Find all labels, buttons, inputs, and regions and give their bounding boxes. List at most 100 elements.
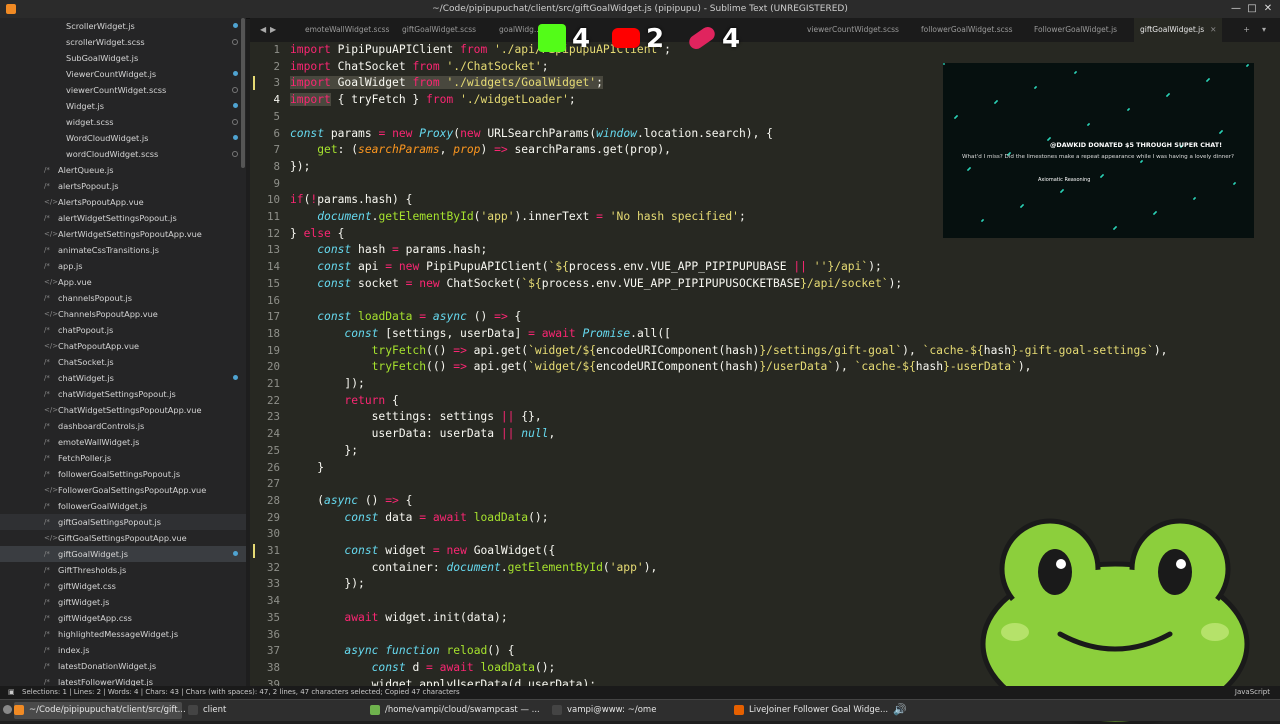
sidebar-file-item[interactable]: /* giftGoalWidget.js <box>0 546 246 562</box>
star-particle <box>1206 80 1208 82</box>
sidebar-file-item[interactable]: /* AlertQueue.js <box>0 162 246 178</box>
code-line[interactable]: 13 const hash = params.hash; <box>250 242 1280 259</box>
sidebar-file-item[interactable]: </> GiftGoalSettingsPopoutApp.vue <box>0 530 246 546</box>
code-line[interactable]: 27 <box>250 476 1280 493</box>
start-menu-icon[interactable] <box>3 705 12 714</box>
taskbar-window-button[interactable]: client <box>188 702 358 719</box>
file-sidebar[interactable]: ScrollerWidget.js scrollerWidget.scss SubG… <box>0 18 246 686</box>
sidebar-file-item[interactable]: /* giftWidgetApp.css <box>0 610 246 626</box>
code-line[interactable]: 22 return { <box>250 393 1280 410</box>
sidebar-file-item[interactable]: /* giftWidget.js <box>0 594 246 610</box>
sidebar-file-item[interactable]: </> AlertWidgetSettingsPopoutApp.vue <box>0 226 246 242</box>
vue-file-icon: </> <box>44 310 59 318</box>
code-line[interactable]: 18 const [settings, userData] = await Pr… <box>250 326 1280 343</box>
sidebar-file-item[interactable]: /* chatPopout.js <box>0 322 246 338</box>
editor-tab[interactable]: giftGoalWidget.js ✕ <box>1134 18 1223 42</box>
sidebar-file-item[interactable]: ViewerCountWidget.js <box>0 66 246 82</box>
editor-tab[interactable]: FollowerGoalWidget.js <box>1028 18 1123 42</box>
star-particle <box>1127 109 1129 111</box>
sidebar-file-item[interactable]: SubGoalWidget.js <box>0 50 246 66</box>
sidebar-file-item[interactable]: </> AlertsPopoutApp.vue <box>0 194 246 210</box>
sidebar-file-item[interactable]: /* FetchPoller.js <box>0 450 246 466</box>
code-line[interactable]: 21 ]); <box>250 376 1280 393</box>
sidebar-file-item[interactable]: </> ChatPopoutApp.vue <box>0 338 246 354</box>
taskbar-window-button[interactable]: vampi@www: ~/ome <box>552 702 722 719</box>
tab-close-icon[interactable]: ✕ <box>1210 25 1216 34</box>
sidebar-file-item[interactable]: </> ChannelsPopoutApp.vue <box>0 306 246 322</box>
code-line[interactable]: 24 userData: userData || null, <box>250 426 1280 443</box>
sidebar-file-item[interactable]: /* channelsPopout.js <box>0 290 246 306</box>
sidebar-file-item[interactable]: /* highlightedMessageWidget.js <box>0 626 246 642</box>
sidebar-file-item[interactable]: ScrollerWidget.js <box>0 18 246 34</box>
platform-counter: 4 <box>572 24 591 54</box>
code-text: const socket = new ChatSocket(`${process… <box>317 276 903 290</box>
sidebar-file-item[interactable]: /* alertWidgetSettingsPopout.js <box>0 210 246 226</box>
tab-label: emoteWallWidget.scss <box>305 25 390 34</box>
sidebar-file-item[interactable]: /* GiftThresholds.js <box>0 562 246 578</box>
line-number: 36 <box>266 627 280 641</box>
sidebar-file-item[interactable]: /* animateCssTransitions.js <box>0 242 246 258</box>
tab-add-icon[interactable]: + <box>1243 18 1250 42</box>
editor-tab[interactable]: viewerCountWidget.scss <box>801 18 905 42</box>
taskbar-window-button[interactable]: /home/vampi/cloud/swampcast — ... <box>370 702 540 719</box>
taskbar-window-button[interactable]: LiveJoiner Follower Goal Widge... <box>734 702 909 719</box>
sidebar-file-item[interactable]: /* chatWidget.js <box>0 370 246 386</box>
sidebar-file-item[interactable]: /* index.js <box>0 642 246 658</box>
status-panel-icon[interactable]: ▣ <box>8 686 15 699</box>
tab-prev-icon[interactable]: ◀ <box>260 18 266 42</box>
sidebar-file-item[interactable]: viewerCountWidget.scss <box>0 82 246 98</box>
code-line[interactable]: 1 import PipiPupuAPIClient from './api/Pi… <box>250 42 1280 59</box>
code-line[interactable]: 19 tryFetch(() => api.get(`widget/${enco… <box>250 343 1280 360</box>
sidebar-file-item[interactable]: </> App.vue <box>0 274 246 290</box>
js-file-icon: /* <box>44 566 50 574</box>
code-line[interactable]: 15 const socket = new ChatSocket(`${proc… <box>250 276 1280 293</box>
sidebar-scrollbar[interactable] <box>241 18 245 168</box>
sidebar-file-item[interactable]: /* latestFollowerWidget.js <box>0 674 246 686</box>
line-number: 12 <box>266 226 280 240</box>
close-icon[interactable]: ✕ <box>1262 3 1274 15</box>
code-line[interactable]: 25 }; <box>250 443 1280 460</box>
sidebar-file-item[interactable]: /* dashboardControls.js <box>0 418 246 434</box>
sidebar-file-item[interactable]: /* latestDonationWidget.js <box>0 658 246 674</box>
sidebar-file-item[interactable]: /* giftWidget.css <box>0 578 246 594</box>
code-line[interactable]: 23 settings: settings || {}, <box>250 409 1280 426</box>
sidebar-file-item[interactable]: Widget.js <box>0 98 246 114</box>
line-number: 10 <box>266 193 280 207</box>
code-line[interactable]: 20 tryFetch(() => api.get(`widget/${enco… <box>250 359 1280 376</box>
tab-next-icon[interactable]: ▶ <box>270 18 276 42</box>
sidebar-file-item[interactable]: /* app.js <box>0 258 246 274</box>
sidebar-file-item[interactable]: </> ChatWidgetSettingsPopoutApp.vue <box>0 402 246 418</box>
editor-tab[interactable]: giftGoalWidget.scss <box>396 18 482 42</box>
sidebar-file-item[interactable]: /* alertsPopout.js <box>0 178 246 194</box>
maximize-icon[interactable]: □ <box>1246 3 1258 15</box>
minimize-icon[interactable]: — <box>1230 3 1242 15</box>
sidebar-file-item[interactable]: </> FollowerGoalSettingsPopoutApp.vue <box>0 482 246 498</box>
sidebar-file-item[interactable]: WordCloudWidget.js <box>0 130 246 146</box>
sidebar-file-label: animateCssTransitions.js <box>58 245 159 255</box>
code-line[interactable]: 28 (async () => { <box>250 493 1280 510</box>
syntax-selector[interactable]: JavaScript <box>1235 686 1270 699</box>
sidebar-file-item[interactable]: /* followerGoalWidget.js <box>0 498 246 514</box>
sidebar-file-item[interactable]: /* followerGoalSettingsPopout.js <box>0 466 246 482</box>
line-number: 7 <box>273 143 280 157</box>
sidebar-file-label: chatWidgetSettingsPopout.js <box>58 389 176 399</box>
tab-list-icon[interactable]: ▾ <box>1262 18 1266 42</box>
code-line[interactable]: 26 } <box>250 460 1280 477</box>
sidebar-file-item[interactable]: /* chatWidgetSettingsPopout.js <box>0 386 246 402</box>
line-number: 30 <box>266 527 280 541</box>
sidebar-file-item[interactable]: /* ChatSocket.js <box>0 354 246 370</box>
editor-tab[interactable]: followerGoalWidget.scss <box>915 18 1019 42</box>
sidebar-file-item[interactable]: scrollerWidget.scss <box>0 34 246 50</box>
code-line[interactable]: 16 <box>250 293 1280 310</box>
sublime-icon <box>6 4 16 14</box>
sidebar-file-label: ScrollerWidget.js <box>66 21 135 31</box>
sidebar-file-item[interactable]: /* giftGoalSettingsPopout.js <box>0 514 246 530</box>
taskbar-window-button[interactable]: ~/Code/pipipupuchat/client/src/gift... <box>14 702 186 719</box>
sidebar-file-item[interactable]: wordCloudWidget.scss <box>0 146 246 162</box>
code-line[interactable]: 17 const loadData = async () => { <box>250 309 1280 326</box>
editor-tab[interactable]: emoteWallWidget.scss <box>299 18 395 42</box>
sidebar-file-item[interactable]: /* emoteWallWidget.js <box>0 434 246 450</box>
code-line[interactable]: 14 const api = new PipiPupuAPIClient(`${… <box>250 259 1280 276</box>
taskbar-window-label: ~/Code/pipipupuchat/client/src/gift... <box>29 705 186 715</box>
sidebar-file-item[interactable]: widget.scss <box>0 114 246 130</box>
